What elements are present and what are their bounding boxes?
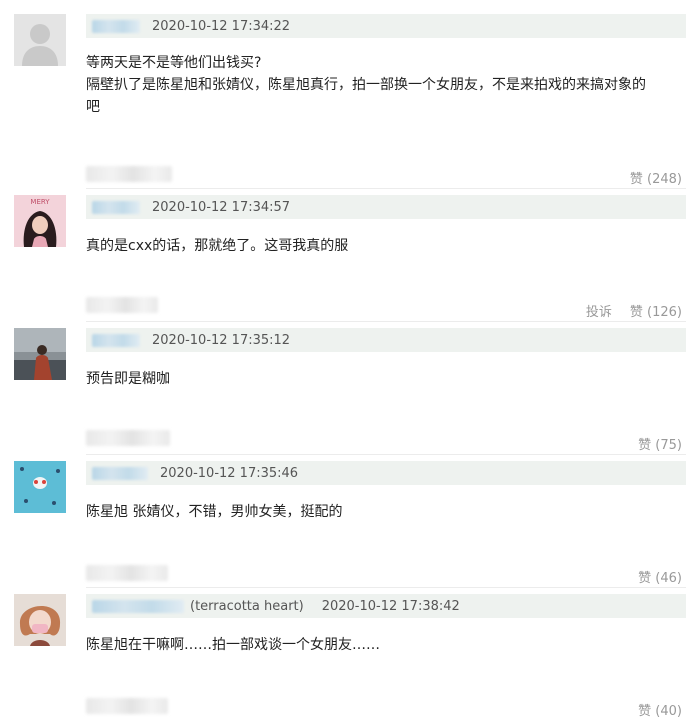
comment-line: 陈星旭 张婧仪，不错，男帅女美，挺配的 [86, 504, 343, 520]
avatar[interactable] [14, 14, 66, 66]
username-blurred[interactable] [92, 19, 140, 33]
username-blurred[interactable] [92, 333, 140, 347]
comment-text: 陈星旭在干嘛啊……拍一部戏谈一个女朋友…… [86, 634, 686, 656]
blurred-subline [86, 430, 170, 446]
divider [86, 587, 686, 588]
comment-header: 2020-10-12 17:35:46 [86, 461, 686, 485]
comment-actions: 赞 (40) [638, 700, 682, 719]
comment-line: 吧 [86, 99, 100, 115]
comment-line: 陈星旭在干嘛啊……拍一部戏谈一个女朋友…… [86, 637, 380, 653]
avatar[interactable] [14, 328, 66, 380]
comment-line: 真的是cxx的话，那就绝了。这哥我真的服 [86, 238, 349, 254]
divider [86, 188, 686, 189]
username-blurred[interactable] [92, 200, 140, 214]
like-button[interactable]: 赞 (40) [638, 700, 682, 719]
comment-line: 等两天是不是等他们出钱买? [86, 55, 262, 71]
like-button[interactable]: 赞 (75) [638, 434, 682, 453]
comment-line: 隔壁扒了是陈星旭和张婧仪，陈星旭真行，拍一部换一个女朋友，不是来拍戏的来搞对象的 [86, 77, 646, 93]
comment-header: (terracotta heart) 2020-10-12 17:38:42 [86, 594, 686, 618]
comment-text: 等两天是不是等他们出钱买? 隔壁扒了是陈星旭和张婧仪，陈星旭真行，拍一部换一个女… [86, 52, 686, 118]
username-suffix: (terracotta heart) [190, 598, 304, 614]
comment-header: 2020-10-12 17:35:12 [86, 328, 686, 352]
comment-header: 2020-10-12 17:34:22 [86, 14, 686, 38]
comment-actions: 赞 (248) [630, 168, 682, 187]
blurred-subline [86, 698, 168, 714]
avatar[interactable] [14, 594, 66, 646]
user-photo-icon: MERY [14, 195, 66, 247]
timestamp: 2020-10-12 17:34:57 [152, 199, 291, 215]
timestamp: 2020-10-12 17:35:46 [160, 465, 299, 481]
user-photo-icon [14, 328, 66, 380]
timestamp: 2020-10-12 17:34:22 [152, 18, 291, 34]
user-photo-icon [14, 461, 66, 513]
blurred-subline [86, 565, 168, 581]
comment-actions: 投诉 赞 (126) [586, 301, 682, 320]
comment-actions: 赞 (46) [638, 567, 682, 586]
comment-text: 预告即是糊咖 [86, 368, 686, 390]
comment-header: 2020-10-12 17:34:57 [86, 195, 686, 219]
divider [86, 454, 686, 455]
svg-text:MERY: MERY [30, 198, 50, 206]
comment-text: 真的是cxx的话，那就绝了。这哥我真的服 [86, 235, 686, 257]
blurred-subline [86, 166, 172, 182]
blurred-subline [86, 297, 158, 313]
report-button[interactable]: 投诉 [586, 301, 612, 320]
timestamp: 2020-10-12 17:35:12 [152, 332, 291, 348]
default-user-icon [14, 14, 66, 66]
like-button[interactable]: 赞 (126) [630, 301, 682, 320]
like-button[interactable]: 赞 (46) [638, 567, 682, 586]
comment-text: 陈星旭 张婧仪，不错，男帅女美，挺配的 [86, 501, 686, 523]
username-blurred[interactable] [92, 599, 184, 613]
avatar[interactable] [14, 461, 66, 513]
username-blurred[interactable] [92, 466, 148, 480]
divider [86, 321, 686, 322]
avatar[interactable]: MERY [14, 195, 66, 247]
comment-line: 预告即是糊咖 [86, 371, 170, 387]
comment-actions: 赞 (75) [638, 434, 682, 453]
like-button[interactable]: 赞 (248) [630, 168, 682, 187]
user-photo-icon [14, 594, 66, 646]
timestamp: 2020-10-12 17:38:42 [321, 598, 460, 614]
